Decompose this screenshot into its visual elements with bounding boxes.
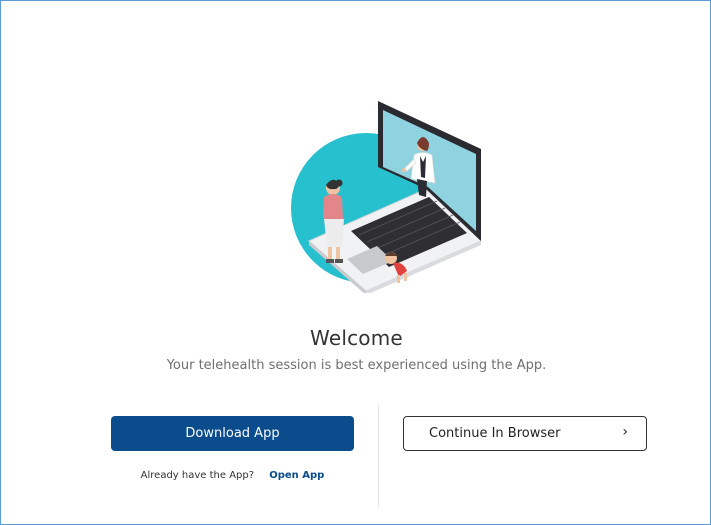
- welcome-title: Welcome: [310, 326, 403, 350]
- download-app-button[interactable]: Download App: [111, 416, 354, 451]
- open-app-link[interactable]: Open App: [269, 470, 324, 481]
- chevron-right-icon: ›: [622, 424, 628, 440]
- already-have-app-row: Already have the App? Open App: [1, 470, 464, 481]
- continue-in-browser-button[interactable]: Continue In Browser ›: [403, 416, 647, 451]
- telehealth-illustration: [291, 101, 482, 293]
- continue-in-browser-label: Continue In Browser: [429, 426, 561, 441]
- page-frame: Welcome Your telehealth session is best …: [0, 0, 711, 525]
- already-have-app-text: Already have the App?: [140, 470, 255, 481]
- welcome-subtitle: Your telehealth session is best experien…: [166, 358, 547, 373]
- vertical-divider: [378, 405, 379, 507]
